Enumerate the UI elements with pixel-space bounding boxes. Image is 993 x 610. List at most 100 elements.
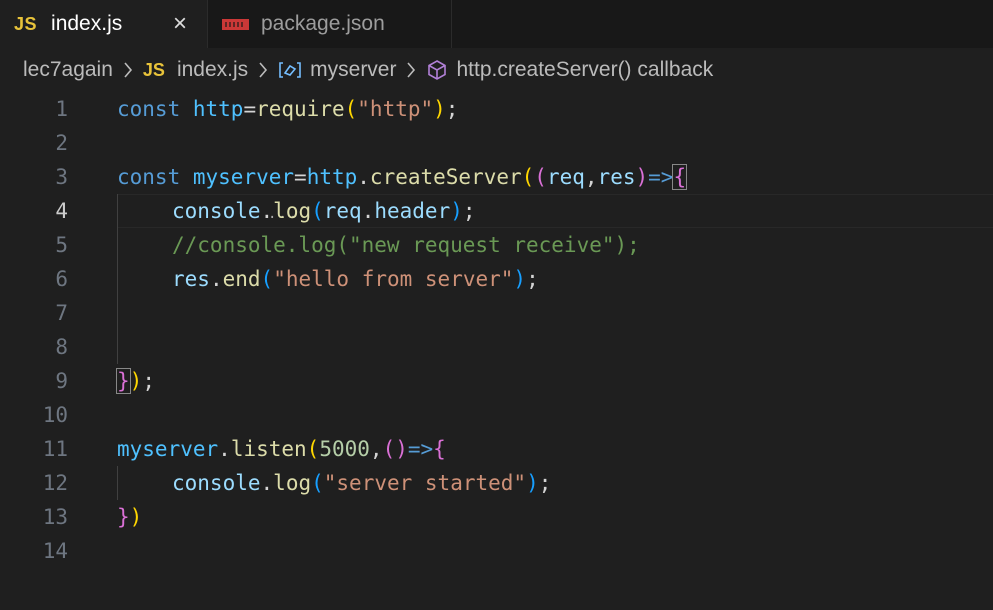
code-line: 8 xyxy=(0,330,993,364)
tab-index-js[interactable]: JS index.js × xyxy=(0,0,208,48)
token-punctuation: . xyxy=(357,165,370,189)
token-bracket: ) xyxy=(395,437,408,461)
token-string: "server started" xyxy=(323,471,527,495)
token-arrow: => xyxy=(648,165,674,189)
token-variable: myserver xyxy=(192,165,295,189)
token-bracket: ) xyxy=(526,471,539,495)
token-bracket: ) xyxy=(433,97,446,121)
code-text[interactable]: const myserver=http.createServer((req,re… xyxy=(117,164,688,190)
token-operator: = xyxy=(294,165,307,189)
line-number: 4 xyxy=(55,199,68,223)
breadcrumb-symbol-callback[interactable]: http.createServer() callback xyxy=(426,58,713,82)
breadcrumb: lec7again JS index.js myserver http.crea… xyxy=(0,48,993,92)
line-number: 10 xyxy=(42,403,68,427)
token-bracket: ( xyxy=(344,97,358,121)
tab-label: index.js xyxy=(51,12,123,35)
token-variable: http xyxy=(306,165,358,189)
token-punctuation: . xyxy=(209,267,223,291)
token-punctuation: ; xyxy=(445,97,459,121)
token-arrow: => xyxy=(407,437,434,461)
token-parameter: res xyxy=(172,267,210,291)
code-text[interactable]: }) xyxy=(117,505,142,529)
token-function: require xyxy=(256,97,345,121)
token-function: listen xyxy=(230,437,307,461)
token-punctuation: , xyxy=(369,437,383,461)
token-operator: = xyxy=(243,97,257,121)
token-punctuation: ; xyxy=(526,267,539,291)
line-number: 11 xyxy=(42,437,68,461)
close-icon[interactable]: × xyxy=(167,10,193,38)
token-punctuation: ; xyxy=(538,471,552,495)
token-bracket-matched: } xyxy=(116,368,131,394)
token-punctuation: , xyxy=(584,165,598,189)
breadcrumb-file-label: index.js xyxy=(176,58,249,81)
code-editor[interactable]: 1 const http=require("http"); ··· 2 3 co… xyxy=(0,92,993,610)
breadcrumb-file[interactable]: JS index.js xyxy=(143,58,248,82)
code-line: 9 }); xyxy=(0,364,993,398)
code-text[interactable]: console.log("server started"); xyxy=(172,471,551,495)
code-line-current: 4 console.log(req.header); xyxy=(0,194,993,228)
token-bracket: ) xyxy=(129,505,143,529)
token-bracket: ( xyxy=(306,437,320,461)
token-parameter: res xyxy=(597,165,636,189)
token-bracket: ( xyxy=(260,267,274,291)
token-variable: myserver xyxy=(117,437,219,461)
token-parameter: req xyxy=(546,165,585,189)
breadcrumb-symbol-myserver[interactable]: myserver xyxy=(278,58,396,82)
token-variable: console xyxy=(172,471,261,495)
js-file-icon: JS xyxy=(142,59,165,80)
line-number: 1 xyxy=(55,97,68,121)
token-property: header xyxy=(374,199,451,223)
token-string: "http" xyxy=(357,97,434,121)
token-keyword: const xyxy=(117,165,181,189)
token-function: end xyxy=(222,267,261,291)
token-punctuation: . xyxy=(218,437,231,461)
token-bracket: ( xyxy=(521,165,535,189)
token-bracket: ) xyxy=(635,165,649,189)
token-punctuation: . xyxy=(260,471,274,495)
variable-icon xyxy=(278,60,302,80)
code-text[interactable]: res.end("hello from server"); xyxy=(172,267,539,291)
token-bracket: ( xyxy=(311,199,324,223)
code-line: 7 xyxy=(0,296,993,330)
line-number: 13 xyxy=(42,505,68,529)
line-number: 9 xyxy=(55,369,68,393)
token-punctuation: . xyxy=(361,199,375,223)
code-comment[interactable]: //console.log("new request receive"); xyxy=(172,233,640,257)
token-punctuation: ; xyxy=(462,199,476,223)
line-number: 7 xyxy=(55,301,68,325)
token-bracket: ( xyxy=(534,165,547,189)
code-line: 1 const http=require("http"); xyxy=(0,92,993,126)
line-number: 14 xyxy=(42,539,68,563)
chevron-right-icon xyxy=(123,62,133,78)
token-variable: http xyxy=(192,97,244,121)
js-file-icon: JS xyxy=(14,13,38,34)
breadcrumb-symbol-label: http.createServer() callback xyxy=(456,58,714,81)
code-text[interactable]: const http=require("http"); xyxy=(117,97,458,121)
tab-package-json[interactable]: package.json xyxy=(208,0,452,48)
code-text[interactable]: myserver.listen(5000,()=>{ xyxy=(117,437,446,461)
chevron-right-icon xyxy=(406,62,416,78)
token-parameter: req xyxy=(323,199,362,223)
token-string: "hello from server" xyxy=(273,267,514,291)
token-bracket: ) xyxy=(450,199,463,223)
token-function: createServer xyxy=(369,165,522,189)
token-bracket: ) xyxy=(513,267,527,291)
code-line: 12 console.log("server started"); xyxy=(0,466,993,500)
line-number: 8 xyxy=(55,335,68,359)
line-number: 2 xyxy=(55,131,68,155)
line-number: 12 xyxy=(42,471,68,495)
code-line: 11 myserver.listen(5000,()=>{ xyxy=(0,432,993,466)
token-bracket: ( xyxy=(382,437,396,461)
code-line: 2 xyxy=(0,126,993,160)
token-number: 5000 xyxy=(319,437,370,461)
token-bracket: { xyxy=(433,437,446,461)
breadcrumb-folder[interactable]: lec7again xyxy=(23,58,113,82)
code-text[interactable]: console.log(req.header); xyxy=(172,199,476,223)
code-text[interactable]: }); xyxy=(116,368,155,394)
token-bracket-matched: { xyxy=(672,164,688,190)
token-punctuation: ; xyxy=(142,369,155,393)
token-bracket: ( xyxy=(311,471,324,495)
token-variable: console xyxy=(172,199,261,223)
token-bracket: } xyxy=(117,505,130,529)
